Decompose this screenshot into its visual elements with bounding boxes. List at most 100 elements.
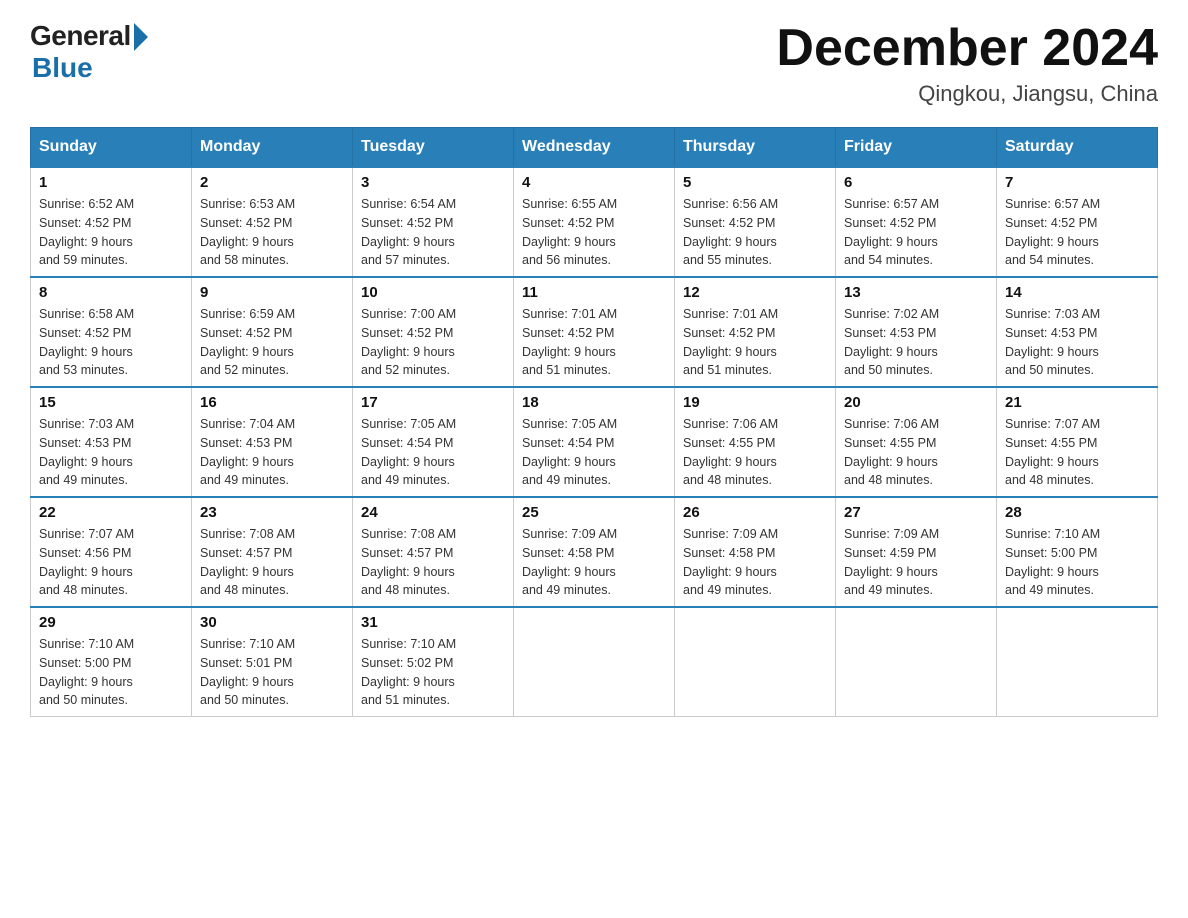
- sun-info: Sunrise: 6:52 AMSunset: 4:52 PMDaylight:…: [39, 197, 134, 267]
- calendar-cell: 1 Sunrise: 6:52 AMSunset: 4:52 PMDayligh…: [31, 167, 192, 277]
- calendar-cell: 7 Sunrise: 6:57 AMSunset: 4:52 PMDayligh…: [997, 167, 1158, 277]
- sun-info: Sunrise: 7:05 AMSunset: 4:54 PMDaylight:…: [361, 417, 456, 487]
- sun-info: Sunrise: 7:07 AMSunset: 4:55 PMDaylight:…: [1005, 417, 1100, 487]
- page-header: General Blue December 2024 Qingkou, Jian…: [30, 20, 1158, 107]
- sun-info: Sunrise: 7:10 AMSunset: 5:02 PMDaylight:…: [361, 637, 456, 707]
- sun-info: Sunrise: 7:10 AMSunset: 5:00 PMDaylight:…: [39, 637, 134, 707]
- sun-info: Sunrise: 7:01 AMSunset: 4:52 PMDaylight:…: [683, 307, 778, 377]
- sun-info: Sunrise: 7:02 AMSunset: 4:53 PMDaylight:…: [844, 307, 939, 377]
- calendar-cell: 22 Sunrise: 7:07 AMSunset: 4:56 PMDaylig…: [31, 497, 192, 607]
- calendar-cell: 20 Sunrise: 7:06 AMSunset: 4:55 PMDaylig…: [836, 387, 997, 497]
- sun-info: Sunrise: 7:09 AMSunset: 4:58 PMDaylight:…: [522, 527, 617, 597]
- title-area: December 2024 Qingkou, Jiangsu, China: [776, 20, 1158, 107]
- sun-info: Sunrise: 6:59 AMSunset: 4:52 PMDaylight:…: [200, 307, 295, 377]
- calendar-cell: 23 Sunrise: 7:08 AMSunset: 4:57 PMDaylig…: [192, 497, 353, 607]
- sun-info: Sunrise: 6:57 AMSunset: 4:52 PMDaylight:…: [1005, 197, 1100, 267]
- calendar-table: SundayMondayTuesdayWednesdayThursdayFrid…: [30, 127, 1158, 717]
- sun-info: Sunrise: 7:08 AMSunset: 4:57 PMDaylight:…: [361, 527, 456, 597]
- calendar-cell: 28 Sunrise: 7:10 AMSunset: 5:00 PMDaylig…: [997, 497, 1158, 607]
- day-number: 20: [844, 394, 988, 411]
- calendar-cell: 18 Sunrise: 7:05 AMSunset: 4:54 PMDaylig…: [514, 387, 675, 497]
- day-number: 24: [361, 504, 505, 521]
- calendar-cell: 26 Sunrise: 7:09 AMSunset: 4:58 PMDaylig…: [675, 497, 836, 607]
- sun-info: Sunrise: 7:10 AMSunset: 5:01 PMDaylight:…: [200, 637, 295, 707]
- header-tuesday: Tuesday: [353, 128, 514, 168]
- calendar-cell: 9 Sunrise: 6:59 AMSunset: 4:52 PMDayligh…: [192, 277, 353, 387]
- sun-info: Sunrise: 7:00 AMSunset: 4:52 PMDaylight:…: [361, 307, 456, 377]
- sun-info: Sunrise: 6:53 AMSunset: 4:52 PMDaylight:…: [200, 197, 295, 267]
- day-number: 6: [844, 174, 988, 191]
- calendar-cell: 27 Sunrise: 7:09 AMSunset: 4:59 PMDaylig…: [836, 497, 997, 607]
- sun-info: Sunrise: 7:06 AMSunset: 4:55 PMDaylight:…: [844, 417, 939, 487]
- sun-info: Sunrise: 7:06 AMSunset: 4:55 PMDaylight:…: [683, 417, 778, 487]
- calendar-cell: 12 Sunrise: 7:01 AMSunset: 4:52 PMDaylig…: [675, 277, 836, 387]
- week-row-1: 1 Sunrise: 6:52 AMSunset: 4:52 PMDayligh…: [31, 167, 1158, 277]
- calendar-cell: 29 Sunrise: 7:10 AMSunset: 5:00 PMDaylig…: [31, 607, 192, 717]
- day-number: 27: [844, 504, 988, 521]
- day-number: 16: [200, 394, 344, 411]
- sun-info: Sunrise: 7:05 AMSunset: 4:54 PMDaylight:…: [522, 417, 617, 487]
- header-friday: Friday: [836, 128, 997, 168]
- week-row-5: 29 Sunrise: 7:10 AMSunset: 5:00 PMDaylig…: [31, 607, 1158, 717]
- calendar-cell: 25 Sunrise: 7:09 AMSunset: 4:58 PMDaylig…: [514, 497, 675, 607]
- logo-arrow-icon: [134, 23, 148, 51]
- sun-info: Sunrise: 7:07 AMSunset: 4:56 PMDaylight:…: [39, 527, 134, 597]
- day-number: 28: [1005, 504, 1149, 521]
- sun-info: Sunrise: 7:08 AMSunset: 4:57 PMDaylight:…: [200, 527, 295, 597]
- header-wednesday: Wednesday: [514, 128, 675, 168]
- sun-info: Sunrise: 7:03 AMSunset: 4:53 PMDaylight:…: [39, 417, 134, 487]
- day-number: 8: [39, 284, 183, 301]
- day-number: 3: [361, 174, 505, 191]
- day-number: 13: [844, 284, 988, 301]
- sun-info: Sunrise: 7:04 AMSunset: 4:53 PMDaylight:…: [200, 417, 295, 487]
- calendar-cell: 21 Sunrise: 7:07 AMSunset: 4:55 PMDaylig…: [997, 387, 1158, 497]
- sun-info: Sunrise: 7:01 AMSunset: 4:52 PMDaylight:…: [522, 307, 617, 377]
- day-number: 25: [522, 504, 666, 521]
- header-monday: Monday: [192, 128, 353, 168]
- day-number: 2: [200, 174, 344, 191]
- calendar-cell: 15 Sunrise: 7:03 AMSunset: 4:53 PMDaylig…: [31, 387, 192, 497]
- day-number: 19: [683, 394, 827, 411]
- calendar-cell: 13 Sunrise: 7:02 AMSunset: 4:53 PMDaylig…: [836, 277, 997, 387]
- day-number: 30: [200, 614, 344, 631]
- day-number: 9: [200, 284, 344, 301]
- calendar-cell: 24 Sunrise: 7:08 AMSunset: 4:57 PMDaylig…: [353, 497, 514, 607]
- calendar-cell: 2 Sunrise: 6:53 AMSunset: 4:52 PMDayligh…: [192, 167, 353, 277]
- sun-info: Sunrise: 6:58 AMSunset: 4:52 PMDaylight:…: [39, 307, 134, 377]
- calendar-cell: [675, 607, 836, 717]
- calendar-cell: 4 Sunrise: 6:55 AMSunset: 4:52 PMDayligh…: [514, 167, 675, 277]
- sun-info: Sunrise: 7:03 AMSunset: 4:53 PMDaylight:…: [1005, 307, 1100, 377]
- logo-general-text: General: [30, 20, 131, 52]
- day-number: 5: [683, 174, 827, 191]
- day-number: 15: [39, 394, 183, 411]
- sun-info: Sunrise: 7:10 AMSunset: 5:00 PMDaylight:…: [1005, 527, 1100, 597]
- calendar-cell: [997, 607, 1158, 717]
- day-number: 7: [1005, 174, 1149, 191]
- calendar-cell: 17 Sunrise: 7:05 AMSunset: 4:54 PMDaylig…: [353, 387, 514, 497]
- calendar-cell: 19 Sunrise: 7:06 AMSunset: 4:55 PMDaylig…: [675, 387, 836, 497]
- calendar-cell: 16 Sunrise: 7:04 AMSunset: 4:53 PMDaylig…: [192, 387, 353, 497]
- sun-info: Sunrise: 6:55 AMSunset: 4:52 PMDaylight:…: [522, 197, 617, 267]
- day-number: 22: [39, 504, 183, 521]
- calendar-cell: 6 Sunrise: 6:57 AMSunset: 4:52 PMDayligh…: [836, 167, 997, 277]
- day-number: 31: [361, 614, 505, 631]
- day-number: 1: [39, 174, 183, 191]
- calendar-cell: 11 Sunrise: 7:01 AMSunset: 4:52 PMDaylig…: [514, 277, 675, 387]
- sun-info: Sunrise: 6:57 AMSunset: 4:52 PMDaylight:…: [844, 197, 939, 267]
- calendar-cell: 10 Sunrise: 7:00 AMSunset: 4:52 PMDaylig…: [353, 277, 514, 387]
- calendar-cell: [514, 607, 675, 717]
- week-row-3: 15 Sunrise: 7:03 AMSunset: 4:53 PMDaylig…: [31, 387, 1158, 497]
- sun-info: Sunrise: 7:09 AMSunset: 4:59 PMDaylight:…: [844, 527, 939, 597]
- week-row-2: 8 Sunrise: 6:58 AMSunset: 4:52 PMDayligh…: [31, 277, 1158, 387]
- day-number: 12: [683, 284, 827, 301]
- sun-info: Sunrise: 6:56 AMSunset: 4:52 PMDaylight:…: [683, 197, 778, 267]
- day-number: 26: [683, 504, 827, 521]
- day-number: 21: [1005, 394, 1149, 411]
- day-number: 4: [522, 174, 666, 191]
- calendar-subtitle: Qingkou, Jiangsu, China: [776, 81, 1158, 107]
- calendar-cell: 30 Sunrise: 7:10 AMSunset: 5:01 PMDaylig…: [192, 607, 353, 717]
- week-row-4: 22 Sunrise: 7:07 AMSunset: 4:56 PMDaylig…: [31, 497, 1158, 607]
- header-thursday: Thursday: [675, 128, 836, 168]
- header-saturday: Saturday: [997, 128, 1158, 168]
- logo: General Blue: [30, 20, 148, 84]
